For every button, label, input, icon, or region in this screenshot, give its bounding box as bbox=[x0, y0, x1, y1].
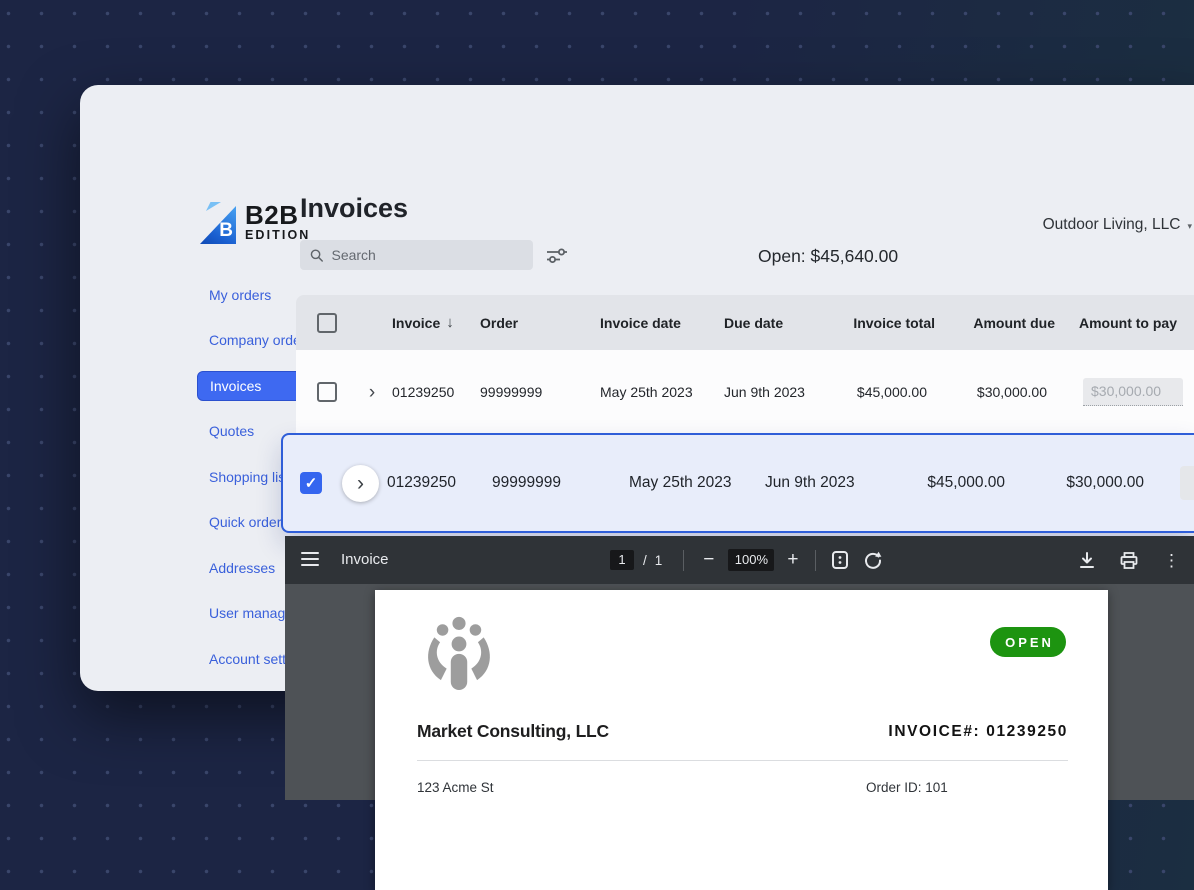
b2b-logo-icon: B bbox=[200, 202, 238, 244]
column-due-date[interactable]: Due date bbox=[724, 315, 840, 331]
expand-row-button[interactable]: › bbox=[342, 465, 379, 502]
account-name: Outdoor Living, LLC bbox=[1043, 216, 1181, 234]
fit-page-icon bbox=[831, 550, 849, 570]
cell-invoice-total: $45,000.00 bbox=[927, 474, 1005, 492]
cell-order: 99999999 bbox=[492, 474, 629, 492]
column-invoice-total[interactable]: Invoice total bbox=[853, 315, 935, 331]
cell-invoice-total: $45,000.00 bbox=[857, 384, 927, 400]
filter-icon bbox=[546, 247, 568, 265]
column-amount-due[interactable]: Amount due bbox=[973, 315, 1055, 331]
table-row[interactable]: › 01239250 99999999 May 25th 2023 Jun 9t… bbox=[296, 350, 1194, 434]
search-icon bbox=[310, 248, 323, 263]
order-id: Order ID: 101 bbox=[866, 780, 948, 795]
column-invoice-date[interactable]: Invoice date bbox=[600, 315, 724, 331]
page-title: Invoices bbox=[300, 193, 408, 224]
print-icon bbox=[1120, 552, 1138, 569]
page-total: 1 bbox=[655, 553, 663, 568]
pdf-document-title: Invoice bbox=[341, 551, 389, 568]
account-switcher[interactable]: Outdoor Living, LLC ▾ bbox=[1043, 216, 1192, 234]
download-button[interactable] bbox=[1079, 552, 1095, 569]
row-checkbox-checked[interactable]: ✓ bbox=[300, 472, 322, 494]
column-order[interactable]: Order bbox=[480, 315, 600, 331]
vendor-address-line: 123 Acme St bbox=[417, 780, 494, 795]
expand-row-icon: › bbox=[357, 473, 364, 494]
cell-invoice-date: May 25th 2023 bbox=[600, 384, 724, 400]
print-button[interactable] bbox=[1120, 552, 1138, 569]
column-invoice[interactable]: Invoice ↓ bbox=[392, 314, 480, 331]
zoom-out-button[interactable]: − bbox=[703, 549, 714, 571]
invoice-table-header: Invoice ↓ Order Invoice date Due date In… bbox=[296, 295, 1194, 350]
cell-due-date: Jun 9th 2023 bbox=[724, 384, 840, 400]
search-box[interactable] bbox=[300, 240, 533, 270]
filter-button[interactable] bbox=[546, 247, 568, 265]
search-input[interactable] bbox=[331, 247, 523, 263]
rotate-button[interactable] bbox=[862, 550, 883, 571]
column-amount-to-pay[interactable]: Amount to pay bbox=[1079, 315, 1177, 331]
logo-mark-letter: B bbox=[219, 220, 233, 242]
toolbar-divider bbox=[683, 550, 684, 571]
toolbar-divider bbox=[815, 550, 816, 571]
menu-icon[interactable] bbox=[301, 552, 319, 566]
check-icon: ✓ bbox=[305, 474, 318, 492]
row-checkbox[interactable] bbox=[317, 382, 337, 402]
invoice-number: INVOICE#: 01239250 bbox=[888, 723, 1068, 741]
more-options-button[interactable]: ⋮ bbox=[1163, 552, 1180, 569]
cell-due-date: Jun 9th 2023 bbox=[765, 474, 915, 492]
zoom-level[interactable]: 100% bbox=[728, 549, 774, 571]
b2b-edition-logo: B B2B EDITION bbox=[200, 202, 310, 244]
invoice-document-page: OPEN Market Consulting, LLC INVOICE#: 01… bbox=[375, 590, 1108, 890]
status-badge: OPEN bbox=[990, 627, 1066, 657]
table-row-selected[interactable]: ✓ › 01239250 99999999 May 25th 2023 Jun … bbox=[281, 433, 1194, 533]
page-separator: / bbox=[643, 553, 647, 568]
download-icon bbox=[1079, 552, 1095, 569]
cell-invoice: 01239250 bbox=[392, 384, 480, 400]
pdf-viewer-toolbar: Invoice 1 / 1 − 100% + bbox=[285, 536, 1194, 584]
cell-order: 99999999 bbox=[480, 384, 600, 400]
cell-amount-due: $30,000.00 bbox=[1066, 474, 1144, 492]
sort-desc-icon[interactable]: ↓ bbox=[446, 314, 454, 331]
page-number-input[interactable]: 1 bbox=[610, 550, 634, 570]
cell-invoice: 01239250 bbox=[387, 474, 492, 492]
vendor-company-name: Market Consulting, LLC bbox=[417, 721, 609, 742]
pdf-viewer-canvas[interactable]: OPEN Market Consulting, LLC INVOICE#: 01… bbox=[285, 584, 1194, 800]
amount-to-pay-input[interactable]: $30,000.00 bbox=[1083, 378, 1183, 406]
zoom-in-button[interactable]: + bbox=[787, 549, 798, 571]
fit-to-page-button[interactable] bbox=[831, 550, 849, 570]
expand-row-icon[interactable]: › bbox=[369, 383, 375, 402]
divider bbox=[417, 760, 1068, 761]
select-all-checkbox[interactable] bbox=[317, 313, 337, 333]
open-balance-summary: Open: $45,640.00 bbox=[758, 246, 898, 267]
rotate-icon bbox=[862, 550, 883, 571]
company-logo-icon bbox=[417, 616, 501, 695]
cell-invoice-date: May 25th 2023 bbox=[629, 474, 765, 492]
amount-to-pay-input[interactable] bbox=[1180, 466, 1194, 500]
cell-amount-due: $30,000.00 bbox=[977, 384, 1047, 400]
chevron-down-icon: ▾ bbox=[1187, 221, 1192, 232]
